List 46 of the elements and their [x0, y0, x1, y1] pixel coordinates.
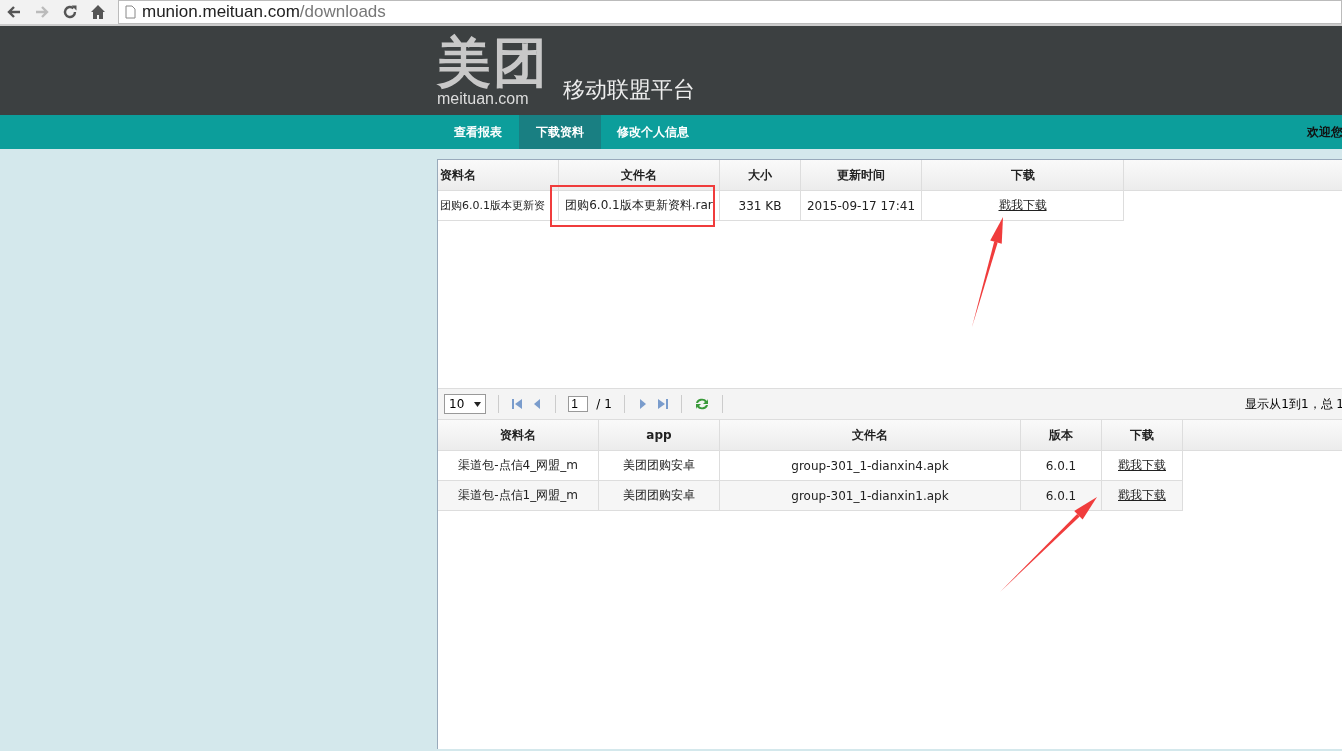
- page-size-value: 10: [449, 397, 465, 411]
- column-header[interactable]: 资料名: [438, 420, 599, 450]
- caret-icon: [474, 401, 482, 407]
- page-total: / 1: [596, 397, 612, 411]
- download-link[interactable]: 戳我下载: [998, 197, 1047, 214]
- column-header[interactable]: 资料名: [438, 160, 559, 190]
- first-page-icon[interactable]: [511, 398, 524, 410]
- table-cell: 2015-09-17 17:41: [806, 198, 916, 213]
- page-size-select[interactable]: 10: [444, 394, 487, 414]
- address-bar[interactable]: munion.meituan.com/downloads: [118, 0, 1342, 24]
- column-header[interactable]: 文件名: [720, 420, 1021, 450]
- file-name: group-301_1-dianxin4.apk: [791, 458, 949, 473]
- reload-icon[interactable]: [62, 4, 78, 20]
- column-header[interactable]: 大小: [720, 160, 801, 190]
- column-header[interactable]: 下载: [1102, 420, 1183, 450]
- column-header[interactable]: 版本: [1021, 420, 1102, 450]
- table-cell: 6.0.1: [1045, 488, 1077, 503]
- last-page-icon[interactable]: [656, 398, 669, 410]
- column-header[interactable]: 文件名: [559, 160, 720, 190]
- nav-tab[interactable]: 下载资料: [519, 115, 601, 149]
- url-path: /downloads: [299, 2, 386, 22]
- file-name: 团购6.0.1版本更新资料.rar: [565, 197, 713, 214]
- table-cell: 渠道包-点信1_网盟_m: [458, 487, 578, 504]
- table-cell: 6.0.1: [1045, 458, 1077, 473]
- platform-title: 移动联盟平台: [563, 76, 695, 104]
- refresh-icon[interactable]: [693, 396, 710, 412]
- home-icon[interactable]: [90, 4, 106, 20]
- table-cell: 渠道包-点信4_网盟_m: [458, 457, 578, 474]
- table-cell: 331 KB: [738, 198, 782, 213]
- forward-icon[interactable]: [34, 4, 50, 20]
- url-host: munion.meituan.com: [142, 2, 300, 22]
- download-link[interactable]: 戳我下载: [1118, 457, 1166, 474]
- pager-summary: 显示从1到1，总 1: [1245, 395, 1342, 413]
- table-cell: 团购6.0.1版本更新资: [440, 198, 545, 213]
- table-cell: 美团团购安卓: [623, 457, 695, 474]
- page-icon: [125, 5, 136, 19]
- column-header[interactable]: 更新时间: [801, 160, 922, 190]
- column-header[interactable]: app: [599, 420, 720, 450]
- download-link[interactable]: 戳我下载: [1118, 487, 1166, 504]
- back-icon[interactable]: [6, 4, 22, 20]
- file-name: group-301_1-dianxin1.apk: [791, 488, 949, 503]
- logo-text: meituan.com: [437, 91, 529, 107]
- page-input[interactable]: 1: [568, 396, 589, 412]
- table-cell: 美团团购安卓: [623, 487, 695, 504]
- logo-mark: 美团: [437, 35, 549, 91]
- column-header[interactable]: 下载: [922, 160, 1124, 190]
